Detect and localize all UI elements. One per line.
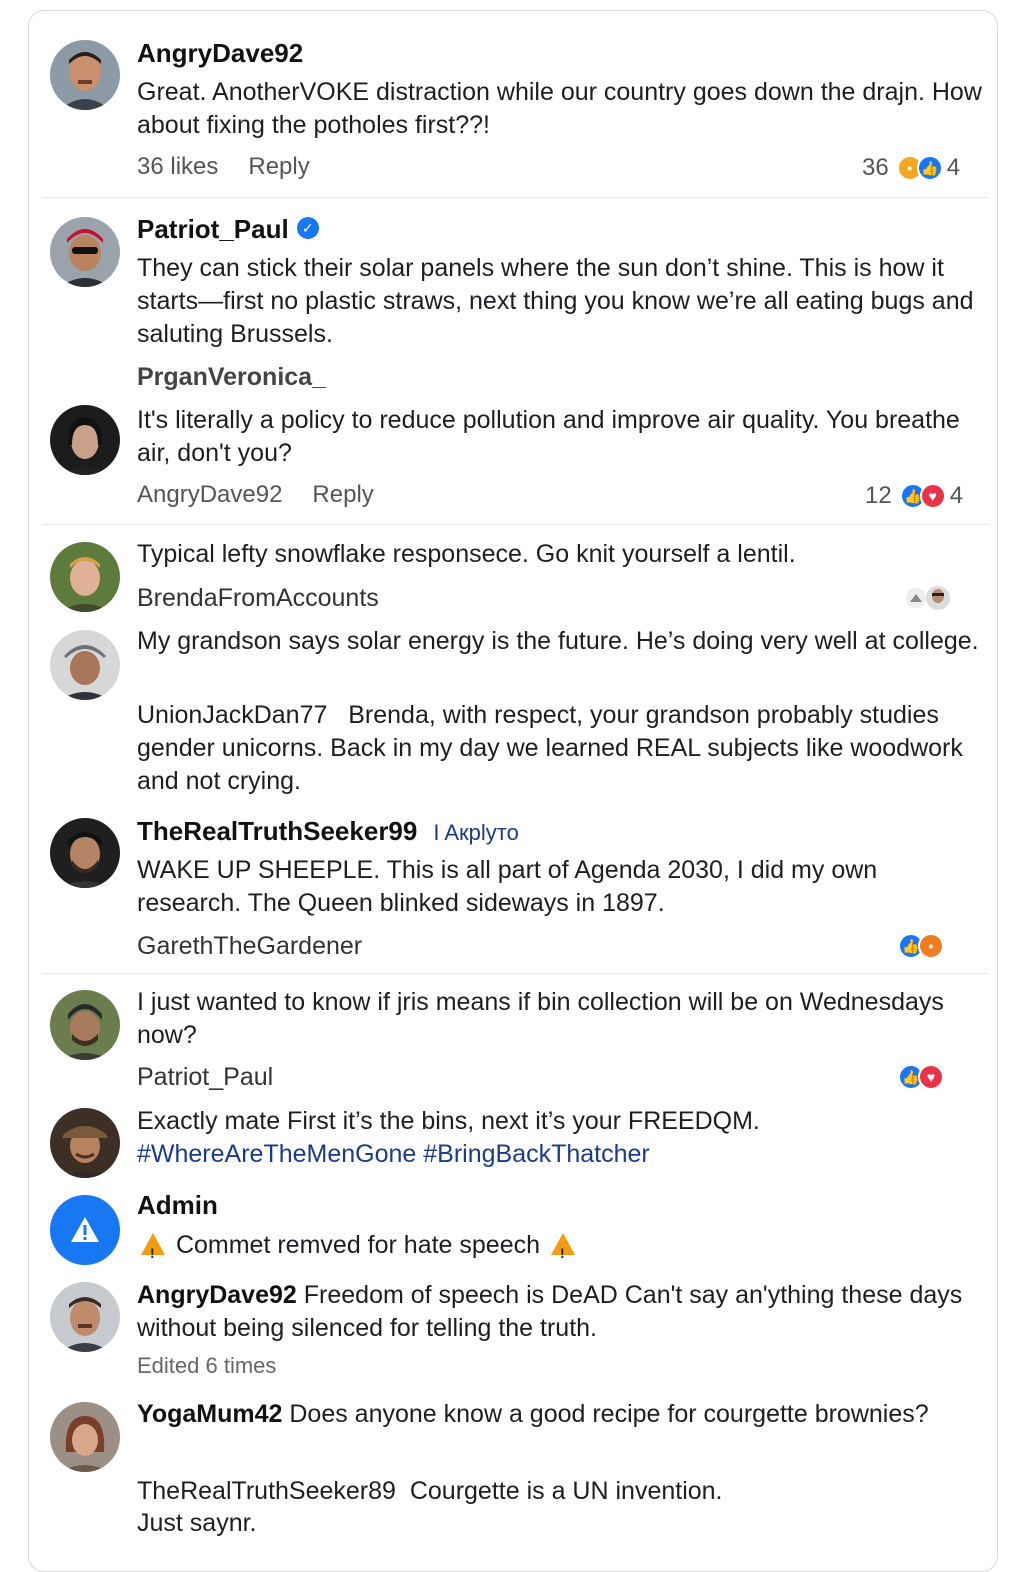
avatar[interactable] [50,217,120,287]
verified-check-icon: ✓ [296,217,319,240]
angry-icon: • [918,933,944,959]
divider [42,197,988,198]
reaction-summary[interactable]: 36 • 👍 4 [862,153,960,183]
heart-icon: ♥ [918,1064,944,1090]
comment-meta: AngryDave92 Reply [137,479,374,511]
reaction-count: 4 [949,482,964,509]
reply-author[interactable]: GarethTheGardener [137,929,362,963]
comment-text: I just wanted to know if jris means if b… [137,988,944,1049]
comment-text: Commet remved for hate speech [137,1229,982,1270]
alert-icon [71,1217,99,1242]
divider [42,524,988,525]
reaction-summary[interactable]: 12 👍 ♥ 4 [865,481,963,511]
avatar[interactable] [50,1108,120,1178]
likes-count: 36 likes [137,153,219,180]
comment-author[interactable]: TheRealTruthSeeker99 I Aкplyто [137,814,519,850]
reply-to-label: I Aкplyто [433,820,519,845]
reaction-count: 4 [946,154,961,181]
avatar[interactable] [50,542,120,612]
comment-text: Great. AnotherVOKE distraction while our… [137,78,982,139]
comment-author[interactable]: Admin [137,1188,218,1222]
avatar[interactable] [50,630,120,700]
reaction-count: 36 [862,154,889,181]
reaction-summary[interactable]: 👍 • [898,931,944,961]
comment-text: It's literally a policy to reduce pollut… [137,406,960,467]
comment-author[interactable]: Patriot_Paul ✓ [137,212,319,246]
comment-text: WAKE UP SHEEPLE. This is all part of Age… [137,856,878,917]
comment-author[interactable]: AngryDave92 [137,1281,297,1309]
admin-avatar[interactable] [50,1195,120,1265]
avatar[interactable] [50,990,120,1060]
divider [42,973,988,974]
reply-button[interactable]: Reply [248,153,309,180]
reply-author[interactable]: PrganVeronica_ [137,360,326,394]
thumbs-up-icon: 👍 [916,155,943,181]
meta-user[interactable]: AngryDave92 [137,481,282,508]
comment-text: Does anyone know a good recipe for courg… [289,1400,929,1428]
heart-icon: ♥ [919,483,946,509]
avatar[interactable] [50,405,120,475]
reply-row: UnionJackDan77 Brenda, with respect, you… [137,699,982,798]
reply-author[interactable]: TheRealTruthSeeker89 [137,1477,396,1505]
comment-author[interactable]: YogaMum42 [137,1400,282,1428]
hashtags[interactable]: #WhereAreTheMenGone #BringBackThatcher [137,1138,982,1171]
comment-text: My grandson says solar energy is the fut… [137,627,979,655]
avatar[interactable] [50,40,120,110]
comment-text: Typical lefty snowflake responsece. Go k… [137,540,796,568]
edited-label[interactable]: Edited 6 times [137,1350,276,1382]
comment-text: They can stick their solar panels where … [137,254,974,348]
warning-icon [141,1233,165,1270]
reaction-avatars[interactable] [902,584,952,612]
avatar[interactable] [50,818,120,888]
avatar[interactable] [50,1282,120,1352]
comment-meta: 36 likes Reply [137,151,310,183]
comment-author[interactable]: AngryDave92 [137,36,303,70]
comment-row: AngryDave92 Freedom of speech is DeAD Ca… [137,1279,982,1345]
reply-text-continued: Just saynr. [137,1509,257,1537]
reply-button[interactable]: Reply [312,481,373,508]
reply-author[interactable]: UnionJackDan77 [137,701,327,729]
comment-text: Exactly mate First it’s the bins, next i… [137,1107,760,1135]
reply-row: TheRealTruthSeeker89 Courgette is a UN i… [137,1475,982,1508]
reply-author[interactable]: BrendaFromAccounts [137,581,379,615]
reaction-count: 12 [865,482,892,509]
avatar[interactable] [50,1402,120,1472]
reply-author[interactable]: Patriot_Paul [137,1060,273,1094]
reply-text: Courgette is a UN invention. [409,1477,723,1505]
warning-icon [550,1233,575,1270]
comment-row: YogaMum42 Does anyone know a good recipe… [137,1398,982,1431]
reaction-summary[interactable]: 👍 ♥ [898,1062,944,1092]
